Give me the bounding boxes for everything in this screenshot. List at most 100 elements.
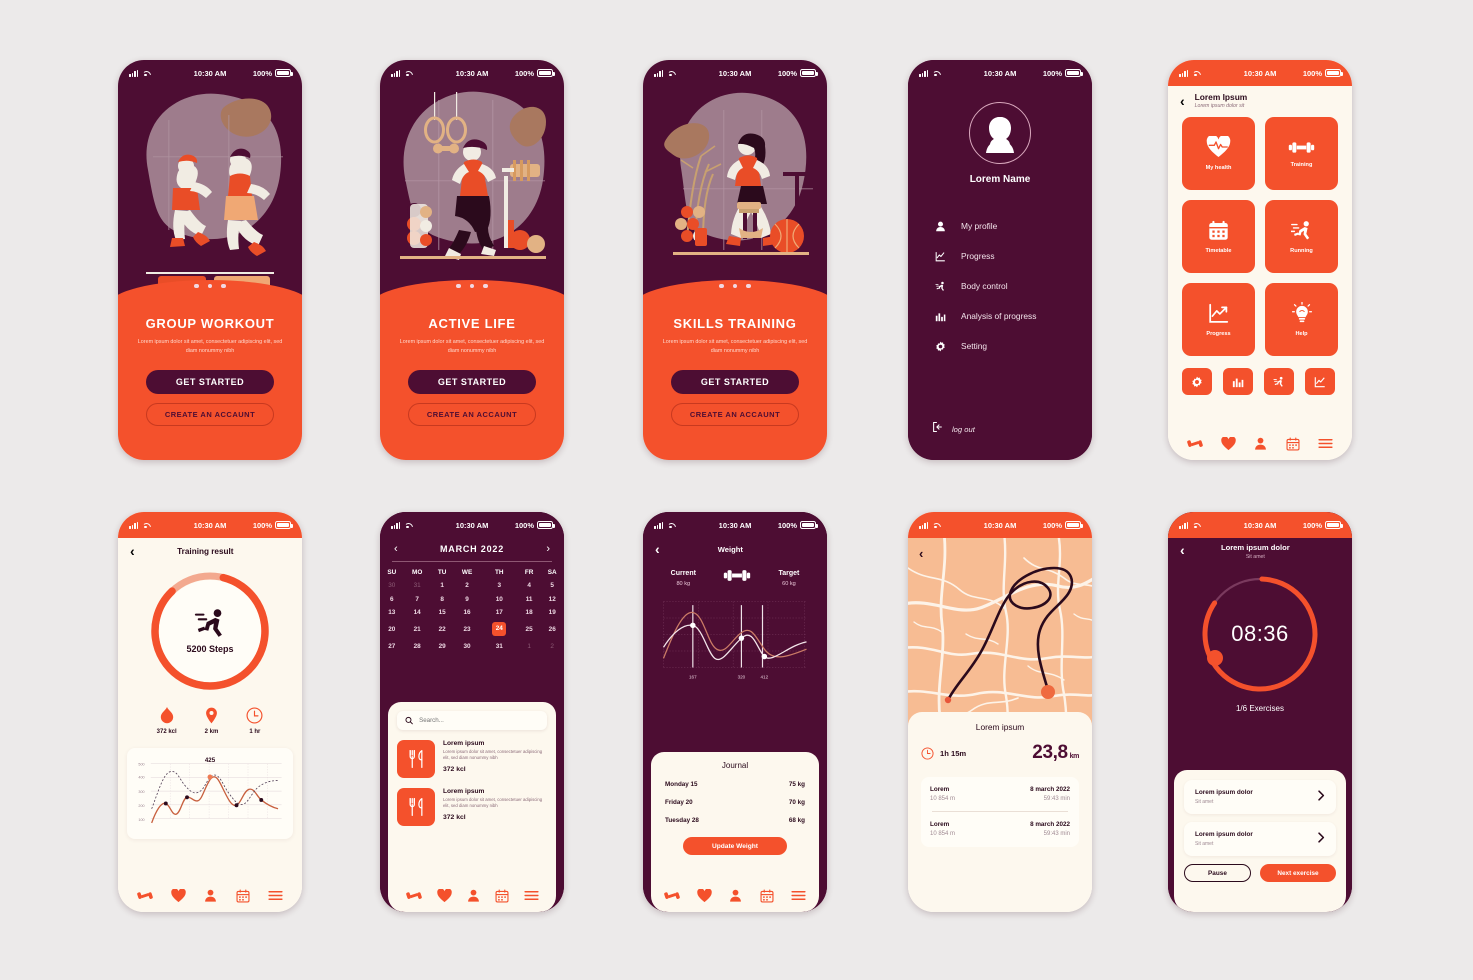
get-started-button[interactable]: GET STARTED bbox=[671, 369, 799, 394]
calendar-day[interactable]: 20 bbox=[380, 619, 404, 639]
nav-person-icon[interactable] bbox=[729, 889, 742, 902]
logout-button[interactable]: log out bbox=[932, 420, 975, 438]
calendar-day[interactable]: 21 bbox=[404, 619, 431, 639]
duration-value: 1h 15m bbox=[940, 748, 967, 758]
calendar-day[interactable]: 9 bbox=[453, 592, 480, 605]
calendar-day[interactable]: 28 bbox=[404, 640, 431, 653]
calendar-day[interactable]: 11 bbox=[518, 592, 541, 605]
calendar-day[interactable]: 25 bbox=[518, 619, 541, 639]
calendar-day[interactable]: 1 bbox=[518, 640, 541, 653]
menu-item-label: Body control bbox=[961, 281, 1008, 291]
next-month-button[interactable]: › bbox=[546, 543, 550, 555]
get-started-button[interactable]: GET STARTED bbox=[146, 369, 274, 394]
nav-dumbbell-icon[interactable] bbox=[663, 890, 680, 902]
tile-training[interactable]: Training bbox=[1265, 117, 1338, 190]
nav-dumbbell-icon[interactable] bbox=[1187, 438, 1203, 450]
quick-action-analysis[interactable] bbox=[1223, 368, 1253, 395]
calendar-day[interactable]: 26 bbox=[540, 619, 564, 639]
quick-action-gear[interactable] bbox=[1182, 368, 1212, 395]
calendar-day[interactable]: 30 bbox=[380, 579, 404, 592]
calendar-day[interactable]: 6 bbox=[380, 592, 404, 605]
nav-heart-icon[interactable] bbox=[436, 888, 452, 903]
calendar-day[interactable]: 13 bbox=[380, 606, 404, 619]
calendar-day[interactable]: 2 bbox=[540, 640, 564, 653]
tile-running[interactable]: Running bbox=[1265, 200, 1338, 273]
nav-menu-icon[interactable] bbox=[268, 890, 283, 901]
get-started-button[interactable]: GET STARTED bbox=[408, 369, 536, 394]
nav-person-icon[interactable] bbox=[467, 889, 480, 902]
tile-progress[interactable]: Progress bbox=[1182, 283, 1255, 356]
create-account-button[interactable]: CREATE AN ACCAUNT bbox=[671, 402, 799, 426]
calendar-day[interactable]: 17 bbox=[481, 606, 518, 619]
menu-item-body-control[interactable]: Body control bbox=[934, 271, 1092, 301]
nav-menu-icon[interactable] bbox=[1318, 438, 1333, 449]
calendar-day[interactable]: 12 bbox=[540, 592, 564, 605]
prev-month-button[interactable]: ‹ bbox=[394, 543, 398, 555]
list-item[interactable]: Lorem ipsum Lorem ipsum dolor sit amet, … bbox=[397, 740, 547, 778]
calendar-day[interactable]: 10 bbox=[481, 592, 518, 605]
pagination-dots[interactable] bbox=[118, 283, 302, 288]
back-button[interactable]: ‹ bbox=[1180, 94, 1185, 108]
menu-item-setting[interactable]: Setting bbox=[934, 331, 1092, 361]
quick-action-running[interactable] bbox=[1264, 368, 1294, 395]
calendar-day[interactable]: 27 bbox=[380, 640, 404, 653]
list-item[interactable]: Lorem ipsum dolor Sit amet bbox=[1184, 822, 1336, 856]
list-item[interactable]: Lorem ipsum Lorem ipsum dolor sit amet, … bbox=[397, 788, 547, 826]
back-button[interactable]: ‹ bbox=[919, 546, 923, 561]
nav-heart-icon[interactable] bbox=[171, 888, 186, 903]
pagination-dots[interactable] bbox=[643, 283, 827, 288]
calendar-day[interactable]: 4 bbox=[518, 579, 541, 592]
calendar-day[interactable]: 31 bbox=[481, 640, 518, 653]
calendar-day[interactable]: 30 bbox=[453, 640, 480, 653]
calendar-day[interactable]: 18 bbox=[518, 606, 541, 619]
nav-calendar-icon[interactable] bbox=[236, 888, 250, 903]
table-row[interactable]: Lorem 10 854 m 8 march 2022 59:43 min bbox=[930, 821, 1070, 837]
nav-menu-icon[interactable] bbox=[523, 890, 539, 901]
calendar-day[interactable]: 1 bbox=[431, 579, 454, 592]
avatar[interactable] bbox=[969, 102, 1031, 164]
create-account-button[interactable]: CREATE AN ACCAUNT bbox=[146, 402, 274, 426]
menu-item-analysis[interactable]: Analysis of progress bbox=[934, 301, 1092, 331]
nav-dumbbell-icon[interactable] bbox=[405, 890, 422, 902]
nav-dumbbell-icon[interactable] bbox=[137, 890, 153, 902]
pause-button[interactable]: Pause bbox=[1184, 864, 1251, 882]
nav-calendar-icon[interactable] bbox=[1286, 436, 1300, 451]
tile-my-health[interactable]: My health bbox=[1182, 117, 1255, 190]
search-bar[interactable] bbox=[397, 711, 547, 730]
nav-heart-icon[interactable] bbox=[1221, 436, 1236, 451]
stat-value: 372 kcl bbox=[156, 729, 177, 735]
next-exercise-button[interactable]: Next exercise bbox=[1259, 864, 1336, 882]
calendar-day[interactable]: 5 bbox=[540, 579, 564, 592]
calendar-day[interactable]: 2 bbox=[453, 579, 480, 592]
nav-heart-icon[interactable] bbox=[697, 888, 712, 903]
calendar-day[interactable]: 16 bbox=[453, 606, 480, 619]
calendar-day[interactable]: 23 bbox=[453, 619, 480, 639]
calendar-day[interactable]: 22 bbox=[431, 619, 454, 639]
list-item[interactable]: Lorem ipsum dolor Sit amet bbox=[1184, 780, 1336, 814]
create-account-button[interactable]: CREATE AN ACCAUNT bbox=[408, 402, 536, 426]
calendar-day[interactable]: 15 bbox=[431, 606, 454, 619]
nav-menu-icon[interactable] bbox=[791, 890, 806, 901]
nav-person-icon[interactable] bbox=[1254, 437, 1267, 450]
tile-help[interactable]: Help bbox=[1265, 283, 1338, 356]
weekday: TH bbox=[494, 569, 504, 576]
search-input[interactable] bbox=[419, 717, 539, 724]
update-weight-button[interactable]: Update Weight bbox=[683, 837, 787, 855]
calendar-day[interactable]: 31 bbox=[404, 579, 431, 592]
nav-person-icon[interactable] bbox=[204, 889, 217, 902]
table-row[interactable]: Lorem 10 854 m 8 march 2022 59:43 min bbox=[930, 786, 1070, 802]
calendar-day[interactable]: 8 bbox=[431, 592, 454, 605]
calendar-day[interactable]: 29 bbox=[431, 640, 454, 653]
nav-calendar-icon[interactable] bbox=[494, 888, 509, 903]
calendar-day[interactable]: 7 bbox=[404, 592, 431, 605]
tile-timetable[interactable]: Timetable bbox=[1182, 200, 1255, 273]
calendar-day[interactable]: 19 bbox=[540, 606, 564, 619]
pagination-dots[interactable] bbox=[380, 283, 564, 288]
menu-item-my-profile[interactable]: My profile bbox=[934, 211, 1092, 241]
quick-action-progress[interactable] bbox=[1305, 368, 1335, 395]
calendar-day[interactable]: 14 bbox=[404, 606, 431, 619]
calendar-day-selected[interactable]: 24 bbox=[481, 619, 518, 639]
menu-item-progress[interactable]: Progress bbox=[934, 241, 1092, 271]
nav-calendar-icon[interactable] bbox=[760, 888, 774, 903]
calendar-day[interactable]: 3 bbox=[481, 579, 518, 592]
